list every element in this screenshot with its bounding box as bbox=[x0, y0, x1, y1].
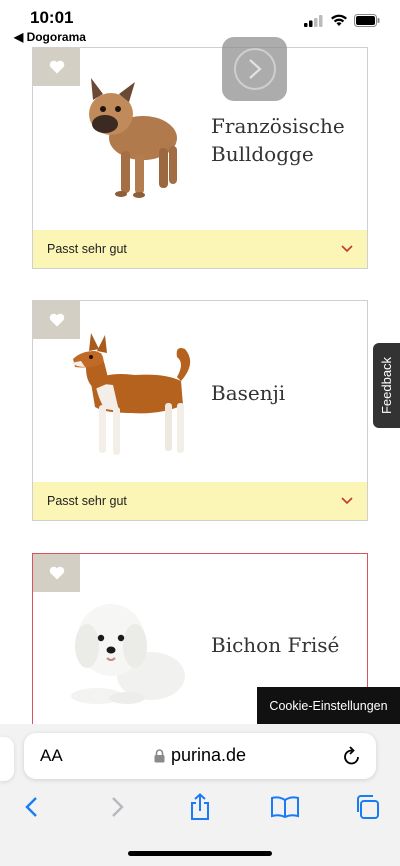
heart-icon bbox=[49, 313, 64, 327]
heart-icon bbox=[49, 566, 64, 580]
fit-rating-label: Passt sehr gut bbox=[47, 494, 127, 508]
url-display[interactable]: purina.de bbox=[154, 745, 246, 766]
text-size-label: AA bbox=[40, 746, 63, 765]
browser-toolbar: AA purina.de bbox=[0, 724, 400, 866]
url-text: purina.de bbox=[171, 745, 247, 765]
breed-name: Französische Bulldogge bbox=[211, 112, 345, 168]
forward-button[interactable] bbox=[103, 792, 133, 822]
favorite-button[interactable] bbox=[33, 48, 80, 86]
bookmarks-button[interactable] bbox=[268, 792, 302, 822]
bichon-frise-image bbox=[71, 604, 185, 704]
home-indicator[interactable] bbox=[128, 851, 272, 856]
tabs-icon bbox=[357, 795, 379, 819]
back-button[interactable] bbox=[16, 792, 46, 822]
cookie-settings-button[interactable]: Cookie-Einstellungen bbox=[257, 687, 400, 724]
signal-icon bbox=[304, 14, 323, 27]
share-icon bbox=[191, 793, 209, 820]
previous-tab-peek[interactable] bbox=[0, 737, 14, 781]
status-icons bbox=[304, 14, 380, 27]
fit-rating-bar[interactable]: Passt sehr gut bbox=[33, 482, 367, 520]
breed-name-line-2: Bulldogge bbox=[211, 142, 314, 166]
heart-icon bbox=[49, 60, 64, 74]
breed-name: Basenji bbox=[211, 381, 286, 405]
lock-icon bbox=[154, 748, 165, 762]
back-to-app-link[interactable]: ◀ Dogorama bbox=[14, 30, 86, 44]
french-bulldog-image bbox=[89, 78, 177, 198]
wifi-icon bbox=[331, 14, 347, 26]
chevron-down-icon[interactable] bbox=[341, 497, 353, 505]
basenji-image bbox=[71, 333, 191, 455]
chevron-down-icon[interactable] bbox=[341, 245, 353, 253]
share-button[interactable] bbox=[185, 792, 215, 822]
breed-card-french-bulldog[interactable]: Französische Bulldogge Passt sehr gut bbox=[32, 47, 368, 269]
breed-name-line-1: Französische bbox=[211, 114, 345, 138]
feedback-label: Feedback bbox=[379, 356, 394, 415]
favorite-button[interactable] bbox=[33, 554, 80, 592]
feedback-tab[interactable]: Feedback bbox=[373, 343, 400, 428]
back-icon bbox=[25, 797, 37, 817]
reload-icon[interactable] bbox=[342, 745, 362, 767]
status-bar: 10:01 ◀ Dogorama bbox=[0, 0, 400, 46]
breed-name: Bichon Frisé bbox=[211, 633, 340, 657]
fit-rating-bar[interactable]: Passt sehr gut bbox=[33, 230, 367, 268]
fit-rating-label: Passt sehr gut bbox=[47, 242, 127, 256]
text-size-button[interactable]: AA bbox=[40, 746, 63, 766]
bookmarks-icon bbox=[271, 796, 299, 819]
tabs-button[interactable] bbox=[352, 792, 382, 822]
clock: 10:01 bbox=[30, 8, 74, 27]
next-arrow-icon bbox=[233, 48, 276, 90]
battery-icon bbox=[354, 14, 380, 27]
breed-card-basenji[interactable]: Basenji Passt sehr gut bbox=[32, 300, 368, 521]
next-button[interactable] bbox=[222, 37, 287, 101]
forward-icon bbox=[112, 797, 124, 817]
address-bar[interactable]: AA purina.de bbox=[24, 733, 376, 779]
